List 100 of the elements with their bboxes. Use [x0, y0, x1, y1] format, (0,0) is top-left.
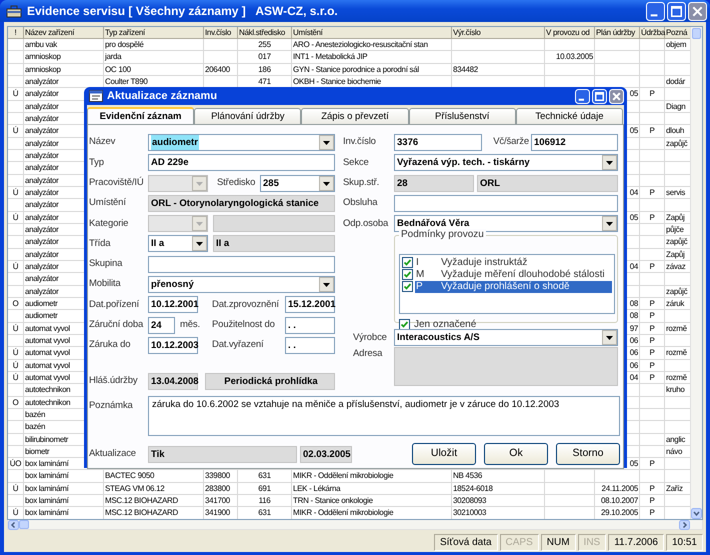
checkbox[interactable]: [402, 257, 413, 268]
checkbox[interactable]: [402, 281, 413, 292]
tab[interactable]: Technické údaje: [516, 108, 624, 124]
table-cell: 116: [238, 495, 292, 507]
dialog-button[interactable]: Ok: [484, 443, 548, 465]
minimize-button[interactable]: [575, 88, 590, 104]
dialog-button[interactable]: Uložit: [412, 443, 476, 465]
column-header[interactable]: Plán údržby: [595, 27, 640, 38]
column-header[interactable]: Umístění: [292, 27, 452, 38]
read-only-field: 28: [394, 174, 474, 192]
column-header[interactable]: !: [8, 27, 24, 38]
tab[interactable]: Zápis o převzetí: [301, 108, 409, 124]
checkbox-label: Jen označené: [414, 318, 476, 332]
table-cell: 30210003: [452, 507, 545, 519]
text-field[interactable]: [394, 194, 618, 212]
table-cell: Ú: [8, 322, 24, 334]
status-indicator: NUM: [540, 534, 576, 551]
table-cell: 691: [238, 482, 292, 494]
read-only-field: II a: [213, 235, 335, 252]
checkbox[interactable]: [399, 318, 410, 330]
column-header[interactable]: Výr.číslo: [452, 27, 545, 38]
table-cell: MIKR - Oddělení mikrobiologie: [292, 470, 452, 482]
text-field[interactable]: [148, 256, 335, 273]
table-cell: jarda: [104, 51, 204, 63]
list-item[interactable]: P Vyžaduje prohlášení o shodě: [415, 280, 612, 293]
table-cell: P: [640, 507, 665, 519]
table-cell: amnioskop: [24, 51, 104, 63]
table-cell: P: [640, 125, 665, 137]
text-field[interactable]: 10.12.2001: [148, 296, 198, 314]
note-field[interactable]: záruka do 10.6.2002 se vztahuje na měniče a příslušenství, audiometr je v záruce do 10.12.2003: [148, 396, 620, 436]
field-label: Sekce: [343, 156, 370, 170]
table-cell: Ú: [8, 186, 24, 198]
table-cell: Ú: [8, 88, 24, 100]
dropdown[interactable]: Vyřazená výp. tech. - tiskárny: [394, 154, 618, 172]
read-only-field: ORL - Otorynolaryngologická stanice: [148, 194, 335, 212]
minimize-button[interactable]: [646, 2, 665, 20]
table-cell: Ú: [8, 260, 24, 272]
selected-text: přenosný: [151, 278, 194, 292]
field-label: Inv.číslo: [343, 135, 377, 150]
table-cell: OC 100: [104, 64, 204, 76]
table-cell: P: [640, 298, 665, 310]
read-only-field: 02.03.2005: [300, 446, 352, 462]
status-indicator: CAPS: [500, 534, 539, 551]
maximize-button[interactable]: [667, 2, 686, 20]
close-button[interactable]: [609, 88, 624, 104]
table-cell: 186: [238, 64, 292, 76]
column-header[interactable]: Nákl.středisko: [238, 27, 292, 38]
table-cell: 30208093: [452, 495, 545, 507]
unit-label: měs.: [180, 318, 201, 332]
dropdown[interactable]: Interacoustics A/S: [394, 329, 618, 346]
selected-text: 285: [263, 176, 279, 191]
text-field[interactable]: . .: [285, 316, 335, 334]
column-header[interactable]: Údržba: [640, 27, 665, 38]
text-field[interactable]: . .: [285, 336, 335, 354]
table-cell: P: [640, 260, 665, 272]
dropdown[interactable]: přenosný: [148, 276, 335, 294]
text-field[interactable]: AD 229e: [148, 154, 335, 172]
field-label: Použitelnost do: [212, 318, 276, 332]
status-indicator: 11.7.2006: [608, 534, 664, 551]
dialog-button[interactable]: Storno: [556, 443, 620, 465]
table-cell: STEAG VM 06.12: [104, 482, 204, 494]
table-cell: ambu vak: [24, 39, 104, 50]
column-header[interactable]: Inv.číslo: [204, 27, 238, 38]
tab[interactable]: Plánování údržby: [194, 108, 302, 124]
table-cell: pro dospělé: [104, 39, 204, 50]
scrollbar-thumb[interactable]: [692, 28, 701, 39]
text-field[interactable]: 3376: [394, 134, 482, 151]
column-header[interactable]: Typ zařízení: [104, 27, 204, 38]
table-cell: P: [640, 372, 665, 384]
close-button[interactable]: [688, 2, 707, 20]
field-label: Výrobce: [352, 330, 388, 345]
column-header[interactable]: Název zařízení: [24, 27, 104, 38]
table-cell: 24.11.2005: [595, 482, 640, 494]
status-indicator: INS: [578, 534, 606, 551]
table-cell: 631: [238, 470, 292, 482]
table-cell: 341900: [204, 507, 238, 519]
text-field[interactable]: 106912: [531, 134, 618, 151]
text-field[interactable]: 10.12.2003: [148, 336, 198, 354]
table-cell: P: [640, 347, 665, 359]
table-cell: 08.10.2007: [595, 495, 640, 507]
text-field[interactable]: 24: [148, 316, 175, 334]
dropdown[interactable]: II a: [148, 235, 208, 252]
selected-text: audiometr: [151, 135, 199, 150]
dropdown[interactable]: audiometr: [148, 134, 335, 151]
table-cell: 631: [238, 507, 292, 519]
tab[interactable]: Příslušenství: [408, 108, 516, 124]
table-cell: 339800: [204, 470, 238, 482]
scrollbar-thumb[interactable]: [19, 520, 29, 529]
tab[interactable]: Evidenční záznam: [87, 107, 194, 124]
dropdown[interactable]: 285: [260, 174, 335, 192]
table-cell: 834482: [452, 64, 545, 76]
checkbox[interactable]: [402, 269, 413, 280]
text-field[interactable]: 15.12.2001: [285, 296, 335, 314]
column-header[interactable]: V provozu od: [545, 27, 595, 38]
table-cell: P: [640, 212, 665, 224]
table-cell: 255: [238, 39, 292, 50]
maximize-button[interactable]: [592, 88, 607, 104]
status-indicator: 10:51: [666, 534, 703, 551]
table-cell: LEK - Lékárna: [292, 482, 452, 494]
table-cell: P: [640, 186, 665, 198]
